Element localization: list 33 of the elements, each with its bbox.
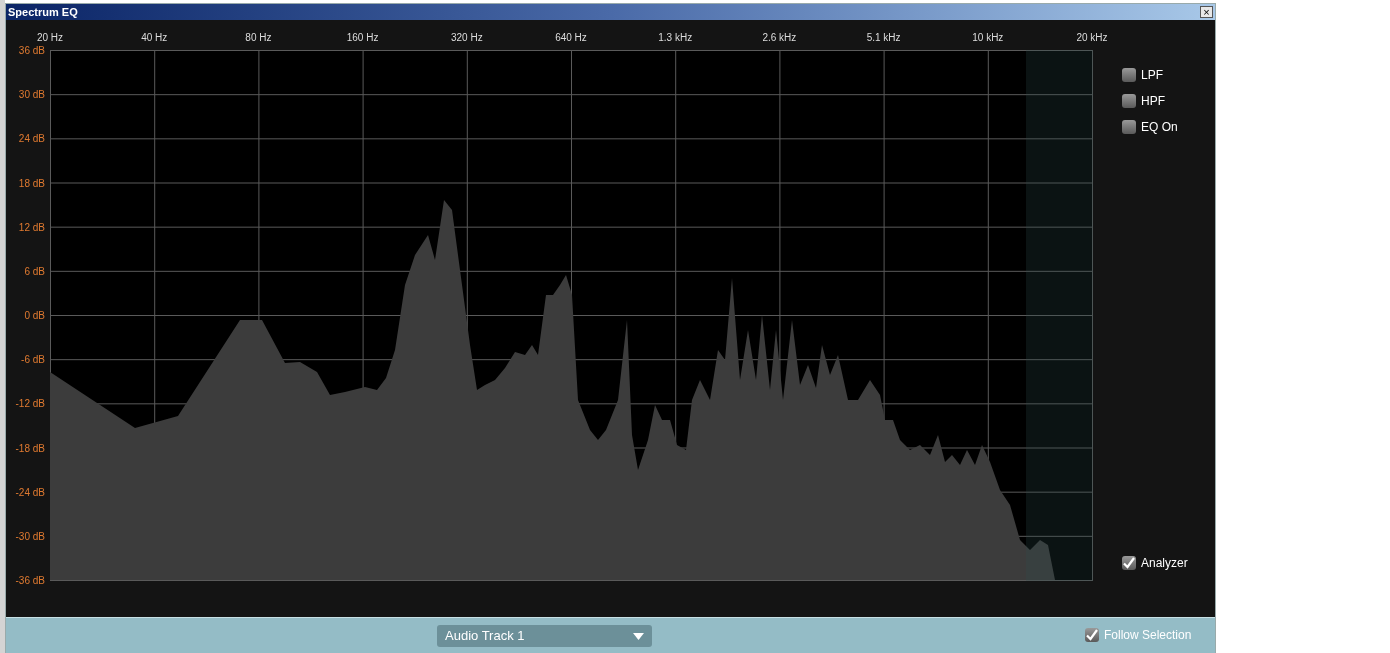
db-label: -18 dB bbox=[15, 441, 45, 455]
frequency-label: 2.6 kHz bbox=[762, 31, 797, 45]
close-button[interactable]: × bbox=[1200, 6, 1213, 18]
db-label: -24 dB bbox=[15, 485, 45, 500]
db-label: -30 dB bbox=[15, 529, 45, 544]
checkmark-icon bbox=[1123, 557, 1135, 569]
checkbox[interactable]: Analyzer bbox=[1122, 554, 1188, 572]
frequency-label: 40 Hz bbox=[141, 31, 168, 45]
db-label: 18 dB bbox=[18, 176, 45, 190]
db-label: 12 dB bbox=[18, 220, 45, 235]
frequency-label: 20 Hz bbox=[36, 31, 64, 45]
db-label: 30 dB bbox=[18, 87, 45, 102]
frequency-label: 10 kHz bbox=[972, 31, 1004, 45]
caret-icon bbox=[633, 632, 644, 640]
checkbox[interactable]: HPF bbox=[1122, 92, 1178, 110]
frequency-label: 160 Hz bbox=[346, 31, 379, 45]
db-label: -6 dB bbox=[21, 352, 45, 367]
frequency-label: 640 Hz bbox=[555, 31, 587, 45]
checkbox[interactable]: EQ On bbox=[1122, 118, 1178, 136]
checkbox[interactable]: LPF bbox=[1122, 66, 1178, 84]
frequency-label: 80 Hz bbox=[245, 31, 272, 45]
frequency-label: 5.1 kHz bbox=[866, 31, 901, 45]
db-label: 0 dB bbox=[24, 308, 45, 323]
db-label: -12 dB bbox=[15, 396, 45, 411]
db-label: -36 dB bbox=[15, 573, 45, 588]
window-title: Spectrum EQ bbox=[8, 6, 78, 18]
checkmark-icon bbox=[1086, 629, 1098, 641]
db-label: 6 dB bbox=[24, 264, 45, 279]
db-label: 36 dB bbox=[18, 43, 45, 58]
frequency-label: 20 kHz bbox=[1076, 31, 1108, 45]
frequency-label: 320 Hz bbox=[450, 31, 483, 45]
frequency-label: 1.3 kHz bbox=[658, 31, 693, 45]
db-label: 24 dB bbox=[18, 131, 45, 146]
